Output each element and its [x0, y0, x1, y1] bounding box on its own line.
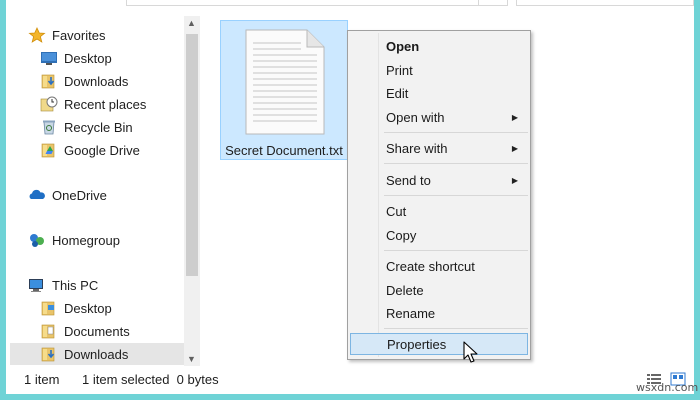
menu-item-open-with[interactable]: Open with ▶: [350, 106, 528, 128]
nav-label: OneDrive: [52, 187, 107, 203]
nav-label: Recent places: [64, 96, 147, 112]
nav-label: Google Drive: [64, 142, 140, 158]
menu-item-rename[interactable]: Rename: [350, 302, 528, 324]
menu-item-properties[interactable]: Properties: [350, 333, 528, 355]
nav-label: Homegroup: [52, 232, 120, 248]
scroll-down-icon[interactable]: ▼: [187, 354, 196, 364]
onedrive-cloud-icon: [28, 187, 46, 203]
recent-places-icon: [40, 96, 58, 112]
text-file-icon: [245, 29, 325, 135]
nav-onedrive[interactable]: OneDrive: [28, 184, 204, 206]
nav-scrollbar[interactable]: ▲ ▼: [184, 16, 200, 366]
documents-folder-icon: [40, 323, 58, 339]
refresh-button[interactable]: [478, 0, 508, 6]
menu-separator: [384, 195, 528, 196]
nav-label: Documents: [64, 323, 130, 339]
status-selection: 1 item selected 0 bytes: [82, 372, 219, 387]
navigation-pane: Favorites Desktop Downloads Recent place…: [6, 16, 200, 366]
nav-label: Downloads: [64, 73, 129, 89]
menu-item-delete[interactable]: Delete: [350, 279, 528, 301]
submenu-arrow-icon: ▶: [511, 175, 518, 185]
submenu-arrow-icon: ▶: [511, 143, 518, 153]
nav-item-pc-downloads[interactable]: Downloads: [10, 343, 188, 365]
nav-label: Recycle Bin: [64, 119, 133, 135]
menu-separator: [384, 132, 528, 133]
nav-label: This PC: [52, 277, 99, 293]
toolbar-strip: [6, 0, 694, 12]
nav-label: Desktop: [64, 300, 112, 316]
mouse-cursor-icon: [463, 341, 479, 365]
menu-item-open[interactable]: Open: [350, 35, 528, 57]
file-name: Secret Document.txt: [225, 143, 343, 158]
homegroup-icon: [28, 232, 46, 248]
nav-label: Desktop: [64, 50, 112, 66]
status-bar: 1 item 1 item selected 0 bytes: [6, 366, 694, 394]
downloads-folder-icon: [40, 73, 58, 89]
menu-item-create-shortcut[interactable]: Create shortcut: [350, 255, 528, 277]
menu-item-share-with[interactable]: Share with ▶: [350, 137, 528, 159]
recycle-bin-icon: [40, 119, 58, 135]
menu-separator: [384, 250, 528, 251]
google-drive-folder-icon: [40, 142, 58, 158]
nav-favorites[interactable]: Favorites: [28, 24, 204, 46]
nav-homegroup[interactable]: Homegroup: [28, 229, 204, 251]
menu-item-edit[interactable]: Edit: [350, 82, 528, 104]
menu-item-print[interactable]: Print: [350, 59, 528, 81]
scroll-up-icon[interactable]: ▲: [187, 18, 196, 28]
menu-item-send-to[interactable]: Send to ▶: [350, 169, 528, 191]
desktop-icon: [40, 50, 58, 66]
search-input[interactable]: [516, 0, 694, 6]
submenu-arrow-icon: ▶: [511, 112, 518, 122]
star-icon: [28, 27, 46, 43]
scroll-thumb[interactable]: [186, 34, 198, 276]
context-menu: Open Print Edit Open with ▶ Share with ▶ S…: [347, 30, 531, 360]
menu-item-copy[interactable]: Copy: [350, 224, 528, 246]
computer-icon: [28, 277, 46, 293]
desktop-folder-icon: [40, 300, 58, 316]
nav-label: Favorites: [52, 27, 106, 43]
menu-item-cut[interactable]: Cut: [350, 200, 528, 222]
nav-this-pc[interactable]: This PC: [28, 274, 204, 296]
address-bar[interactable]: [126, 0, 508, 6]
file-item-selected[interactable]: Secret Document.txt: [220, 20, 348, 160]
menu-separator: [384, 163, 528, 164]
menu-separator: [384, 328, 528, 329]
status-item-count: 1 item: [24, 372, 60, 387]
watermark: wsxdn.com: [636, 381, 699, 394]
downloads-folder-icon: [40, 346, 58, 362]
nav-label: Downloads: [64, 346, 129, 362]
